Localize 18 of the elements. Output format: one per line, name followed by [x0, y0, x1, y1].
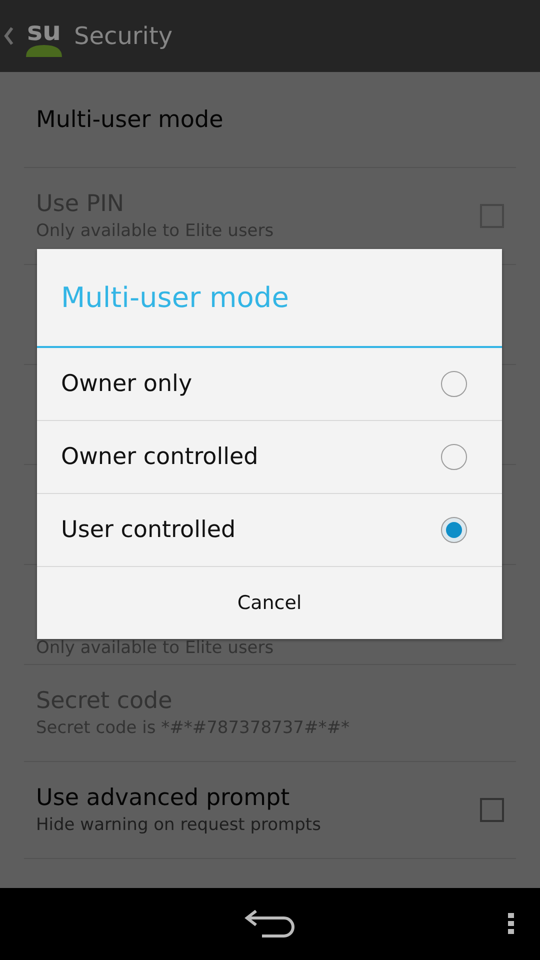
- setting-title: Multi-user mode: [36, 106, 224, 132]
- radio-option[interactable]: User controlled: [37, 494, 502, 567]
- back-caret-icon[interactable]: [4, 27, 14, 45]
- app-logo-text: su: [27, 20, 61, 44]
- screen-title: Security: [74, 22, 173, 50]
- radio-button[interactable]: [441, 444, 467, 470]
- menu-icon[interactable]: [508, 913, 514, 935]
- checkbox[interactable]: [480, 798, 504, 822]
- back-icon[interactable]: [244, 910, 296, 938]
- setting-description: Hide warning on request prompts: [36, 815, 322, 835]
- radio-option[interactable]: Owner controlled: [37, 421, 502, 494]
- radio-button[interactable]: [441, 371, 467, 397]
- setting-title: Use advanced prompt: [36, 785, 291, 811]
- android-logo-icon: [25, 44, 63, 56]
- cancel-button[interactable]: Cancel: [37, 567, 502, 639]
- radio-option[interactable]: Owner only: [37, 348, 502, 421]
- radio-button[interactable]: [441, 517, 467, 543]
- dialog-title: Multi-user mode: [37, 249, 502, 348]
